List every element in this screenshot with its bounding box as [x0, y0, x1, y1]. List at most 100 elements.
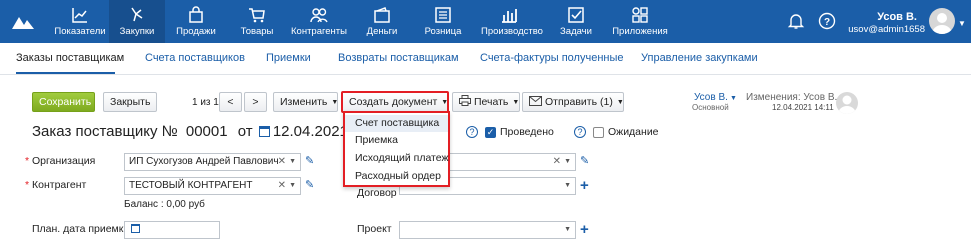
- chevron-down-icon: ▼: [441, 99, 449, 106]
- chevron-down-icon[interactable]: ▼: [730, 95, 737, 102]
- create-document-label: Создать документ: [349, 96, 438, 108]
- tab-received-invoices[interactable]: Счета-фактуры полученные: [480, 52, 624, 64]
- chevron-down-icon[interactable]: ▼: [564, 222, 571, 238]
- menu-item-outgoing-payment[interactable]: Исходящий платеж: [345, 150, 449, 167]
- active-tab-indicator: [16, 72, 115, 74]
- chevron-down-icon: ▼: [616, 99, 624, 106]
- org-label: * Организация: [25, 155, 96, 167]
- change-button[interactable]: Изменить ▼: [273, 92, 338, 112]
- bag-icon: [189, 6, 203, 23]
- user-name[interactable]: Усов В.: [877, 11, 917, 23]
- nav-label: Приложения: [612, 26, 668, 37]
- edit-icon[interactable]: ✎: [305, 156, 315, 167]
- save-button[interactable]: Сохранить: [32, 92, 95, 112]
- register-icon: [435, 7, 451, 23]
- waiting-checkbox[interactable]: [593, 127, 604, 138]
- nav-label: Деньги: [366, 26, 398, 37]
- posted-label: Проведено: [500, 126, 554, 138]
- tab-purchase-orders[interactable]: Заказы поставщикам: [16, 52, 124, 64]
- tab-supplier-returns[interactable]: Возвраты поставщикам: [338, 52, 459, 64]
- calendar-icon[interactable]: [131, 224, 140, 233]
- menu-item-supplier-invoice[interactable]: Счет поставщика: [345, 115, 448, 132]
- tab-purchase-management[interactable]: Управление закупками: [641, 52, 758, 64]
- svg-text:?: ?: [824, 17, 830, 28]
- chevron-down-icon[interactable]: ▼: [564, 178, 571, 194]
- menu-item-expense-order[interactable]: Расходный ордер: [345, 168, 448, 185]
- print-button[interactable]: Печать ▼: [452, 92, 520, 112]
- nav-label: Товары: [240, 26, 274, 37]
- nav-label: Закупки: [119, 26, 155, 37]
- waiting-label: Ожидание: [608, 126, 659, 138]
- avatar[interactable]: [929, 8, 955, 34]
- avatar: [836, 92, 858, 114]
- help-icon[interactable]: ?: [574, 126, 586, 138]
- top-navbar: Показатели Закупки Продажи Товары Контра…: [0, 0, 971, 43]
- next-button[interactable]: >: [244, 92, 267, 112]
- calendar-icon[interactable]: [258, 126, 270, 137]
- nav-item-tasks[interactable]: Задачи: [548, 0, 604, 43]
- nav-item-apps[interactable]: Приложения: [612, 0, 668, 43]
- nav-item-money[interactable]: Деньги: [354, 0, 410, 43]
- plan-date-label: План. дата приемки: [32, 223, 130, 235]
- help-icon[interactable]: ?: [466, 126, 478, 138]
- nav-item-production[interactable]: Производство: [481, 0, 543, 43]
- changes-date: 12.04.2021 14:11: [772, 103, 834, 112]
- user-email[interactable]: usov@admin1658: [848, 24, 925, 35]
- nav-label: Задачи: [560, 26, 592, 37]
- title-prefix: Заказ поставщику №: [32, 123, 178, 140]
- nav-label: Контрагенты: [291, 26, 347, 37]
- chart-icon: [72, 8, 87, 23]
- bell-icon[interactable]: [787, 12, 805, 30]
- subtabs-bar: Заказы поставщикам Счета поставщиков При…: [0, 43, 971, 75]
- chevron-down-icon: ▼: [512, 99, 520, 106]
- send-label: Отправить (1): [545, 96, 613, 108]
- menu-item-receipt[interactable]: Приемка: [345, 132, 448, 149]
- chevron-down-icon[interactable]: ▼: [289, 154, 296, 170]
- edit-icon[interactable]: ✎: [580, 156, 590, 167]
- add-icon[interactable]: +: [580, 178, 589, 193]
- send-button[interactable]: Отправить (1) ▼: [522, 92, 624, 112]
- chevron-down-icon[interactable]: ▼: [564, 154, 571, 170]
- create-document-button[interactable]: Создать документ ▼: [341, 91, 449, 113]
- tab-supplier-invoices[interactable]: Счета поставщиков: [145, 52, 245, 64]
- counterparty-label: * Контрагент: [25, 179, 87, 191]
- nav-item-sales[interactable]: Продажи: [168, 0, 224, 43]
- clear-icon[interactable]: ✕: [278, 154, 286, 170]
- project-field[interactable]: ▼: [399, 221, 576, 239]
- print-label: Печать: [474, 96, 509, 108]
- cart-icon: [249, 8, 265, 23]
- prev-button[interactable]: <: [219, 92, 242, 112]
- change-label: Изменить: [280, 96, 328, 108]
- nav-item-retail[interactable]: Розница: [415, 0, 471, 43]
- owner-name[interactable]: Усов В.: [694, 92, 728, 103]
- chevron-down-icon: ▼: [331, 99, 339, 106]
- edit-icon[interactable]: ✎: [305, 180, 315, 191]
- close-button[interactable]: Закрыть: [103, 92, 157, 112]
- clear-icon[interactable]: ✕: [553, 154, 561, 170]
- logo-icon[interactable]: [10, 9, 36, 35]
- doc-number[interactable]: 00001: [186, 123, 228, 140]
- basket-icon: [131, 7, 143, 22]
- counterparty-value: ТЕСТОВЫЙ КОНТРАГЕНТ: [129, 180, 253, 191]
- plan-date-field[interactable]: [124, 221, 220, 239]
- add-icon[interactable]: +: [580, 222, 589, 237]
- changes-label: Изменения: Усов В.: [746, 92, 838, 103]
- printer-icon: [459, 95, 471, 106]
- posted-checkbox[interactable]: ✓: [485, 127, 496, 138]
- nav-item-counterparties[interactable]: Контрагенты: [291, 0, 347, 43]
- chevron-down-icon[interactable]: ▼: [289, 178, 296, 194]
- counterparty-field[interactable]: ТЕСТОВЫЙ КОНТРАГЕНТ ✕ ▼: [124, 177, 301, 195]
- help-icon[interactable]: ?: [818, 12, 836, 30]
- chevron-down-icon[interactable]: ▼: [958, 19, 966, 28]
- org-field[interactable]: ИП Сухогузов Андрей Павлович ✕ ▼: [124, 153, 301, 171]
- tab-receipts[interactable]: Приемки: [266, 52, 311, 64]
- nav-item-products[interactable]: Товары: [229, 0, 285, 43]
- wallet-icon: [374, 7, 390, 23]
- apps-icon: [632, 7, 648, 23]
- envelope-icon: [529, 96, 542, 106]
- nav-label: Производство: [481, 26, 543, 37]
- nav-item-indicators[interactable]: Показатели: [52, 0, 108, 43]
- project-label: Проект: [357, 223, 392, 235]
- clear-icon[interactable]: ✕: [278, 178, 286, 194]
- nav-item-purchases[interactable]: Закупки: [109, 0, 165, 43]
